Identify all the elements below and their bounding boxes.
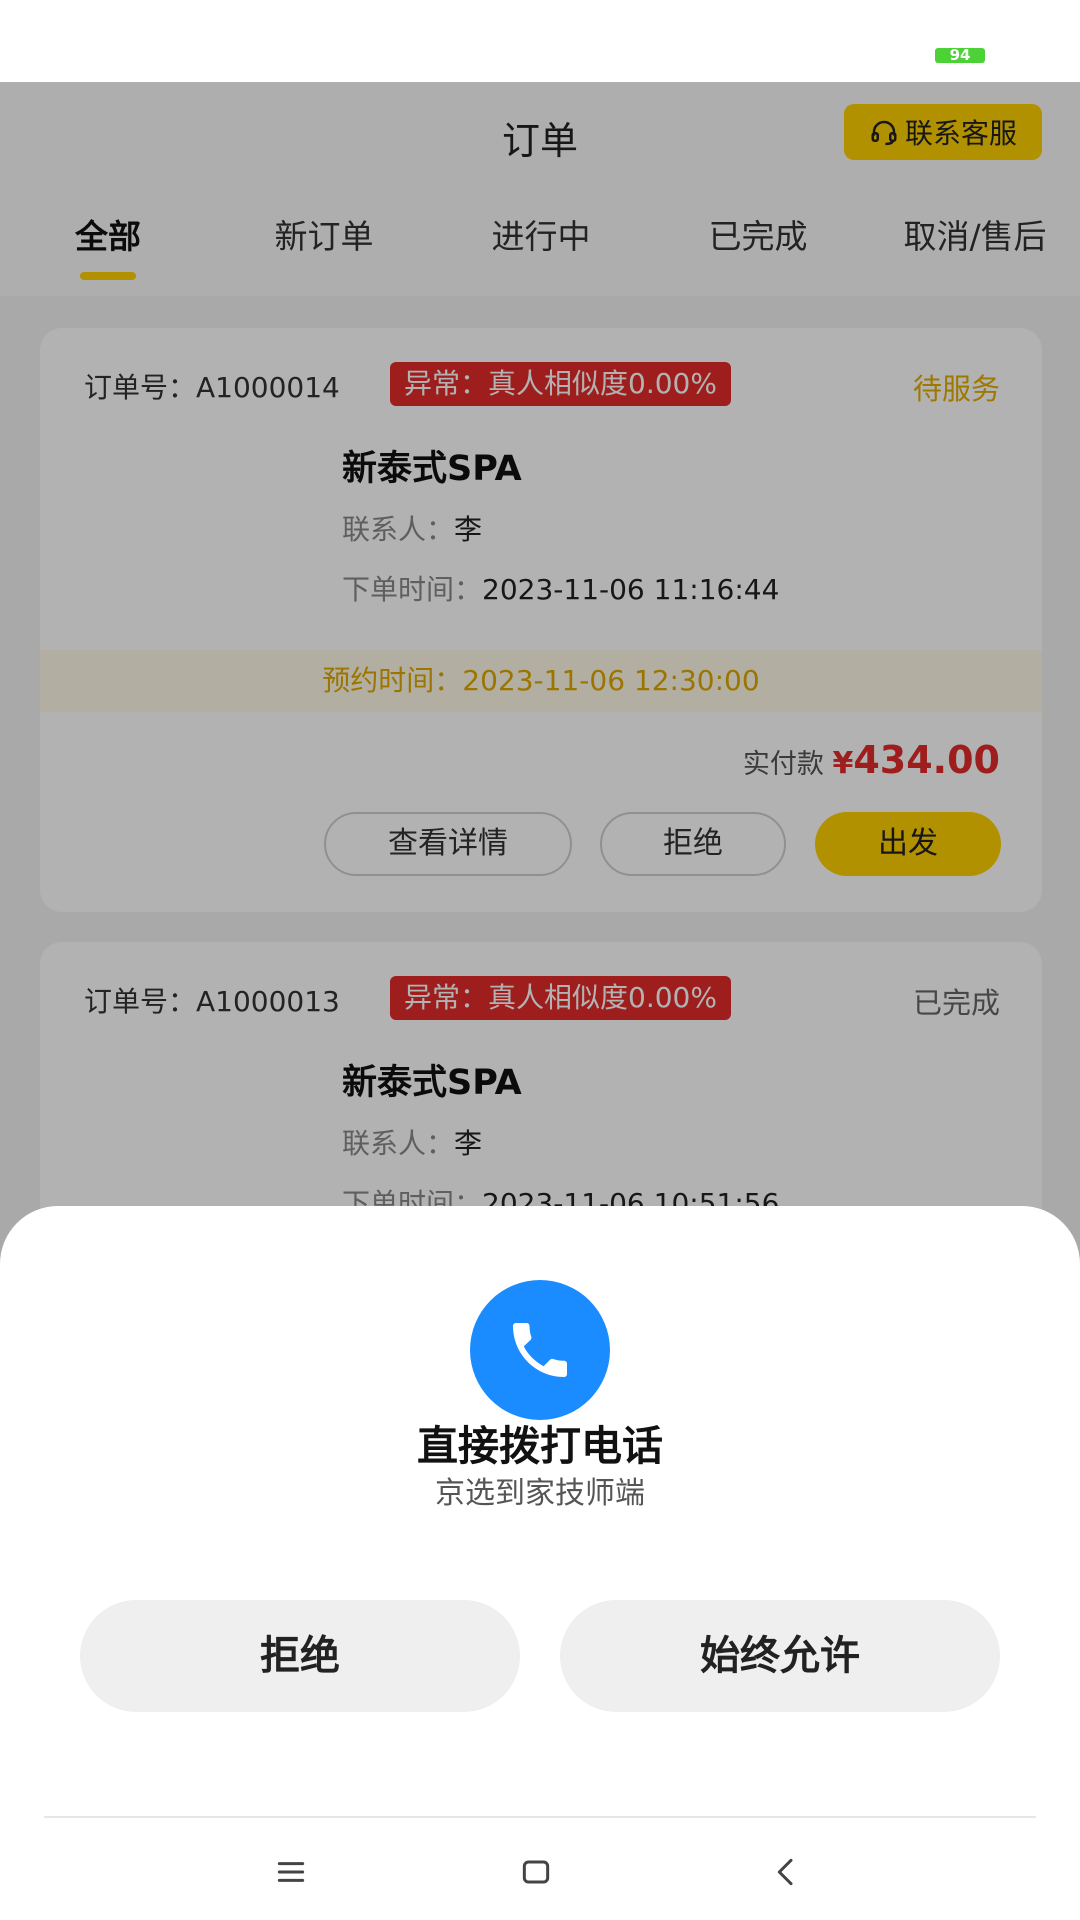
divider: [44, 1816, 1036, 1818]
deny-button[interactable]: 拒绝: [80, 1600, 520, 1712]
status-bar: 94: [0, 0, 1080, 82]
home-icon[interactable]: [514, 1850, 558, 1894]
phone-icon: [470, 1280, 610, 1420]
always-allow-button[interactable]: 始终允许: [560, 1600, 1000, 1712]
back-icon[interactable]: [764, 1850, 808, 1894]
system-nav-bar: [0, 1842, 1080, 1902]
dialog-title: 直接拨打电话: [417, 1422, 663, 1470]
permission-dialog: 直接拨打电话 京选到家技师端 拒绝 始终允许: [0, 1206, 1080, 1920]
phone-handset-icon: [513, 1323, 567, 1377]
battery-indicator: 94: [935, 48, 985, 63]
dialog-subtitle: 京选到家技师端: [435, 1476, 645, 1511]
menu-icon[interactable]: [269, 1850, 313, 1894]
